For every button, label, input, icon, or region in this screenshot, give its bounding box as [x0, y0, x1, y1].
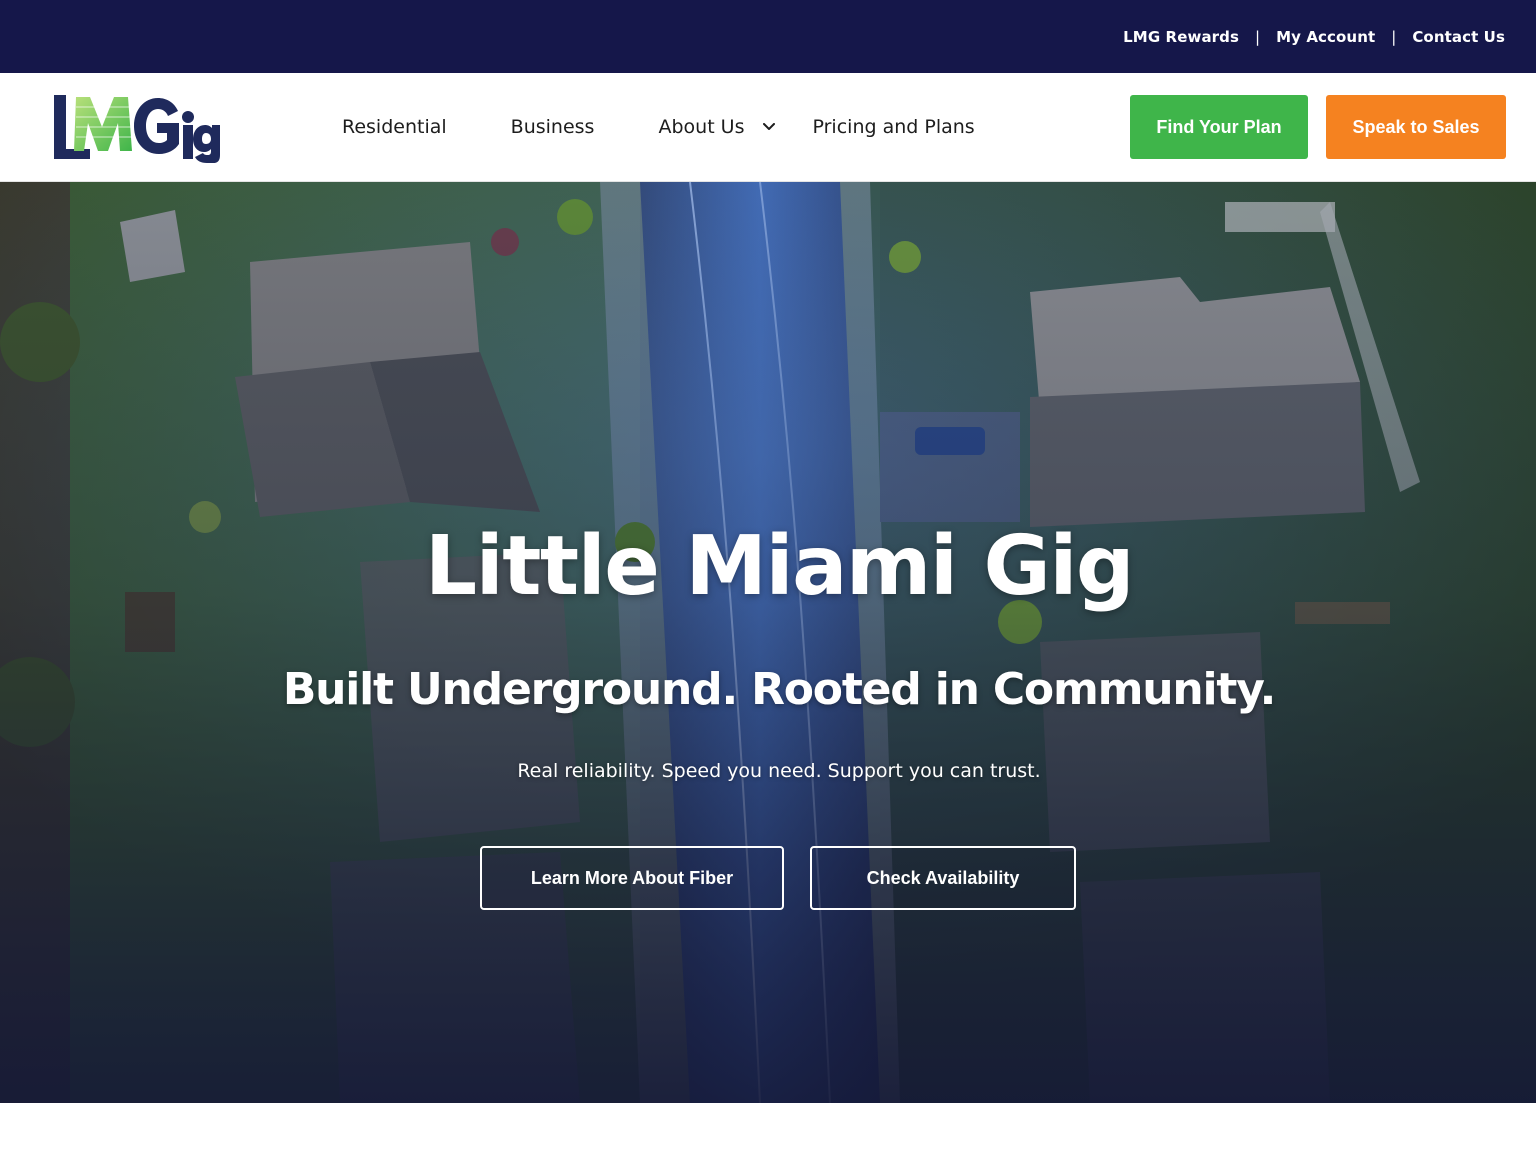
- contact-us-link[interactable]: Contact Us: [1412, 28, 1505, 46]
- logo-mark-icon: [54, 95, 220, 163]
- hero-subtitle: Built Underground. Rooted in Community.: [282, 664, 1277, 715]
- hero-tagline: Real reliability. Speed you need. Suppor…: [517, 760, 1041, 782]
- lmgig-logo[interactable]: LMGig: [52, 93, 224, 163]
- page-below-hero: [0, 1103, 1536, 1152]
- hero-title: Little Miami Gig: [424, 519, 1135, 614]
- utility-bar: LMG Rewards | My Account | Contact Us: [0, 0, 1536, 73]
- lmg-rewards-link[interactable]: LMG Rewards: [1123, 28, 1239, 46]
- nav-business[interactable]: Business: [511, 116, 595, 138]
- find-your-plan-button[interactable]: Find Your Plan: [1130, 95, 1308, 159]
- main-nav: Residential Business About Us Pricing an…: [342, 73, 975, 181]
- chevron-down-icon: [762, 123, 775, 130]
- utility-separator: |: [1255, 27, 1261, 46]
- my-account-link[interactable]: My Account: [1276, 28, 1375, 46]
- hero-content: Little Miami Gig Built Underground. Root…: [0, 182, 1536, 1103]
- hero-section: Little Miami Gig Built Underground. Root…: [0, 182, 1536, 1103]
- nav-residential[interactable]: Residential: [342, 116, 447, 138]
- utility-separator: |: [1391, 27, 1397, 46]
- nav-about-us-label: About Us: [658, 116, 745, 138]
- main-header: LMGig: [0, 73, 1536, 182]
- learn-more-about-fiber-button[interactable]: Learn More About Fiber: [480, 846, 784, 910]
- check-availability-button[interactable]: Check Availability: [810, 846, 1076, 910]
- speak-to-sales-button[interactable]: Speak to Sales: [1326, 95, 1506, 159]
- nav-about-us[interactable]: About Us: [658, 116, 775, 138]
- nav-pricing-and-plans[interactable]: Pricing and Plans: [813, 116, 975, 138]
